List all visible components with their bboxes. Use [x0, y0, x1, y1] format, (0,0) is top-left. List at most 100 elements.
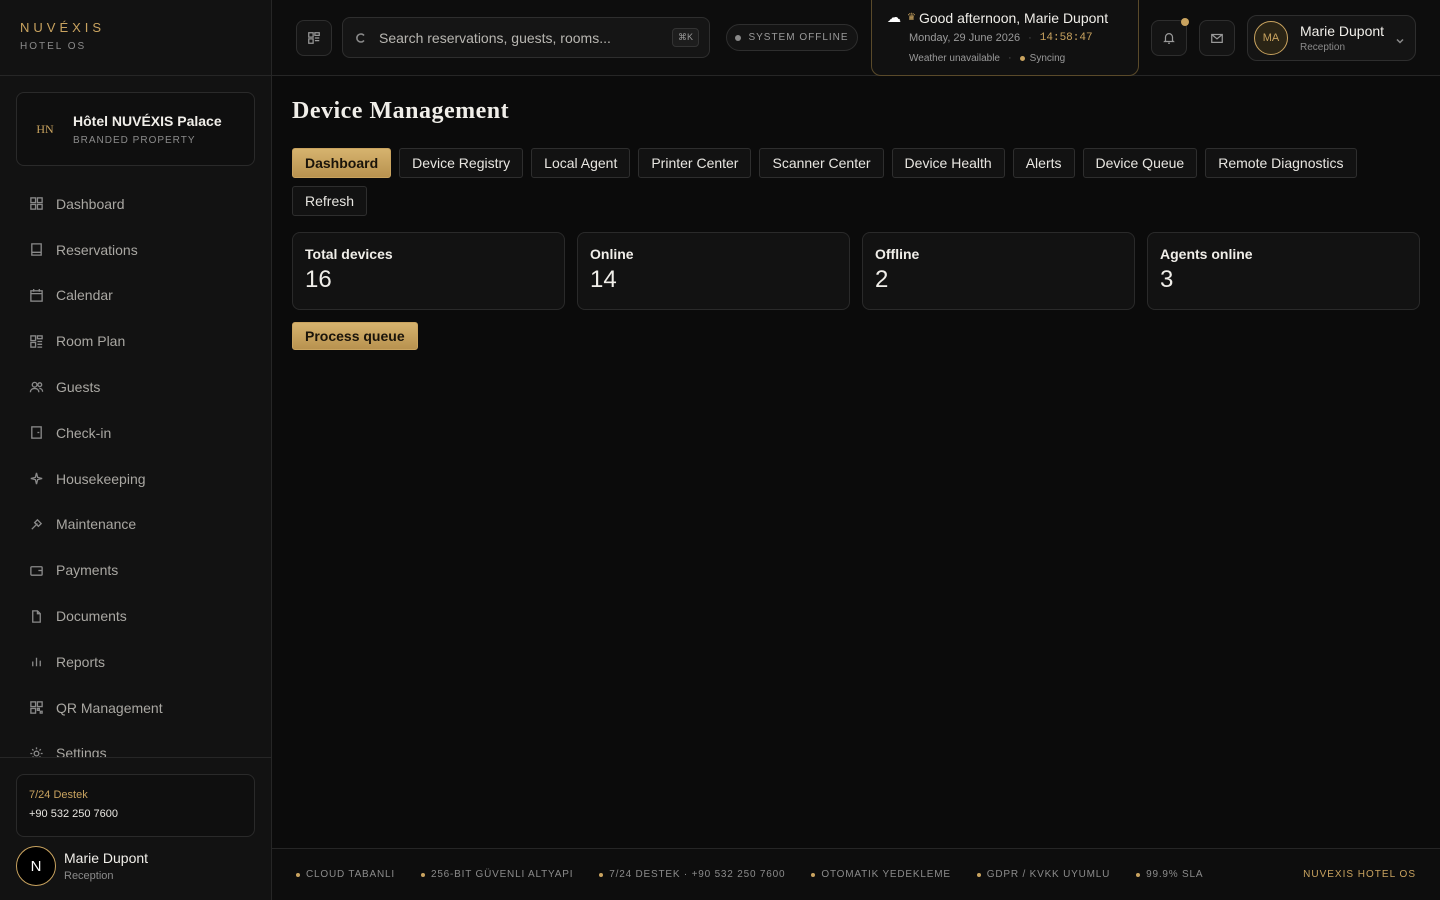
greeting-date: Monday, 29 June 2026	[909, 32, 1021, 44]
stat-value: 2	[875, 266, 889, 293]
status-text: SYSTEM OFFLINE	[748, 32, 849, 43]
footer: CLOUD TABANLI 256-BIT GÜVENLI ALTYAPI 7/…	[272, 848, 1440, 900]
tab-device-queue[interactable]: Device Queue	[1082, 148, 1198, 178]
sidebar-item-documents[interactable]: Documents	[0, 593, 271, 639]
separator-dot: ·	[1008, 52, 1012, 64]
main-content: Device Management Dashboard Device Regis…	[272, 76, 1440, 848]
footer-item: 256-BIT GÜVENLI ALTYAPI	[420, 869, 573, 880]
sidebar-item-reports[interactable]: Reports	[0, 639, 271, 685]
sidebar-item-check-in[interactable]: Check-in	[0, 410, 271, 456]
sidebar-item-housekeeping[interactable]: Housekeeping	[0, 456, 271, 502]
sidebar-user-name: Marie Dupont	[64, 850, 149, 866]
greeting-text: Good afternoon, Marie Dupont	[918, 9, 1109, 26]
wrench-icon	[28, 516, 44, 532]
qr-icon	[28, 700, 44, 716]
search-icon	[355, 32, 367, 44]
stats-row: Total devices 16 Online 14 Offline 2 Age…	[292, 232, 1420, 310]
sidebar-user[interactable]: N Marie Dupont Reception	[16, 846, 148, 886]
stat-label: Total devices	[305, 246, 393, 262]
stat-value: 16	[305, 266, 332, 293]
support-card[interactable]: 7/24 Destek +90 532 250 7600	[16, 774, 255, 837]
sidebar-item-label: Check-in	[56, 424, 112, 441]
topbar: ⌘K SYSTEM OFFLINE ☁ ♛ Good afternoon, Ma…	[272, 0, 1440, 76]
sidebar-item-label: Settings	[56, 745, 107, 757]
sidebar-item-payments[interactable]: Payments	[0, 547, 271, 593]
support-title: 7/24 Destek	[29, 789, 88, 801]
document-icon	[28, 608, 44, 624]
footer-text: 99.9% SLA	[1146, 869, 1204, 880]
bullet-dot	[1136, 872, 1141, 877]
sidebar-item-label: QR Management	[56, 699, 163, 716]
sidebar-item-guests[interactable]: Guests	[0, 364, 271, 410]
sidebar-item-room-plan[interactable]: Room Plan	[0, 318, 271, 364]
tab-printer-center[interactable]: Printer Center	[638, 148, 752, 178]
book-icon	[28, 242, 44, 258]
sidebar-user-role: Reception	[64, 870, 114, 882]
tab-scanner-center[interactable]: Scanner Center	[759, 148, 884, 178]
sidebar-item-settings[interactable]: Settings	[0, 731, 271, 757]
tab-alerts[interactable]: Alerts	[1012, 148, 1075, 178]
calendar-icon	[28, 287, 44, 303]
sidebar-item-maintenance[interactable]: Maintenance	[0, 502, 271, 548]
process-queue-button[interactable]: Process queue	[292, 322, 418, 350]
messages-button[interactable]	[1199, 20, 1235, 56]
wallet-icon	[28, 562, 44, 578]
door-icon	[28, 425, 44, 441]
stat-value: 14	[590, 266, 617, 293]
tab-local-agent[interactable]: Local Agent	[531, 148, 631, 178]
stat-card-agents-online: Agents online 3	[1147, 232, 1420, 310]
floorplan-icon	[28, 333, 44, 349]
property-card[interactable]: HN Hôtel NUVÉXIS Palace BRANDED PROPERTY	[16, 92, 255, 166]
clock: 14:58:47	[1039, 32, 1093, 44]
users-icon	[28, 379, 44, 395]
footer-item: GDPR / KVKK UYUMLU	[976, 869, 1111, 880]
footer-brand: NUVEXIS HOTEL OS	[1303, 869, 1416, 880]
bar-chart-icon	[28, 654, 44, 670]
sidebar-footer: 7/24 Destek +90 532 250 7600 N Marie Dup…	[0, 757, 271, 900]
sidebar-item-label: Documents	[56, 608, 127, 625]
property-name: Hôtel NUVÉXIS Palace	[73, 112, 222, 129]
sidebar: NUVÉXIS HOTEL OS HN Hôtel NUVÉXIS Palace…	[0, 0, 272, 900]
crown-icon: ♛	[907, 12, 916, 23]
sidebar-item-dashboard[interactable]: Dashboard	[0, 181, 271, 227]
sidebar-item-calendar[interactable]: Calendar	[0, 273, 271, 319]
brand[interactable]: NUVÉXIS HOTEL OS	[0, 0, 271, 76]
tab-remote-diagnostics[interactable]: Remote Diagnostics	[1205, 148, 1357, 178]
tab-device-registry[interactable]: Device Registry	[399, 148, 524, 178]
weather-status: Weather unavailable	[909, 52, 1000, 64]
sidebar-item-label: Housekeeping	[56, 470, 146, 487]
cloud-icon: ☁	[887, 9, 901, 25]
bell-icon	[1162, 31, 1176, 45]
sidebar-item-qr-management[interactable]: QR Management	[0, 685, 271, 731]
sidebar-toggle-button[interactable]	[296, 20, 332, 56]
notifications-button[interactable]	[1151, 18, 1189, 56]
tab-bar: Dashboard Device Registry Local Agent Pr…	[292, 148, 1422, 216]
greeting-panel: ☁ ♛ Good afternoon, Marie Dupont Monday,…	[871, 0, 1139, 76]
sidebar-item-label: Payments	[56, 562, 119, 579]
footer-text: OTOMATIK YEDEKLEME	[821, 869, 951, 880]
tab-dashboard[interactable]: Dashboard	[292, 148, 392, 178]
sidebar-item-label: Reports	[56, 653, 106, 670]
refresh-button[interactable]: Refresh	[292, 186, 368, 216]
stat-label: Agents online	[1160, 246, 1253, 262]
stat-card-online: Online 14	[577, 232, 850, 310]
search-bar[interactable]: ⌘K	[342, 17, 710, 58]
footer-text: 7/24 DESTEK · +90 532 250 7600	[609, 869, 786, 880]
gear-icon	[28, 745, 44, 757]
sidebar-item-reservations[interactable]: Reservations	[0, 227, 271, 273]
search-input[interactable]	[379, 29, 672, 46]
sidebar-nav: Dashboard Reservations Calendar Room Pla…	[0, 181, 271, 757]
support-phone: +90 532 250 7600	[29, 808, 119, 820]
user-menu[interactable]: MA Marie Dupont Reception	[1247, 15, 1416, 61]
footer-text: GDPR / KVKK UYUMLU	[986, 869, 1111, 880]
footer-item: 7/24 DESTEK · +90 532 250 7600	[599, 869, 785, 880]
stat-card-total-devices: Total devices 16	[292, 232, 565, 310]
sidebar-item-label: Dashboard	[56, 195, 125, 212]
sidebar-item-label: Calendar	[56, 287, 113, 304]
bullet-dot	[599, 872, 604, 877]
sidebar-item-label: Room Plan	[56, 333, 126, 350]
tab-device-health[interactable]: Device Health	[891, 148, 1005, 178]
bullet-dot	[811, 872, 816, 877]
property-type: BRANDED PROPERTY	[73, 134, 196, 146]
bullet-dot	[296, 872, 300, 877]
